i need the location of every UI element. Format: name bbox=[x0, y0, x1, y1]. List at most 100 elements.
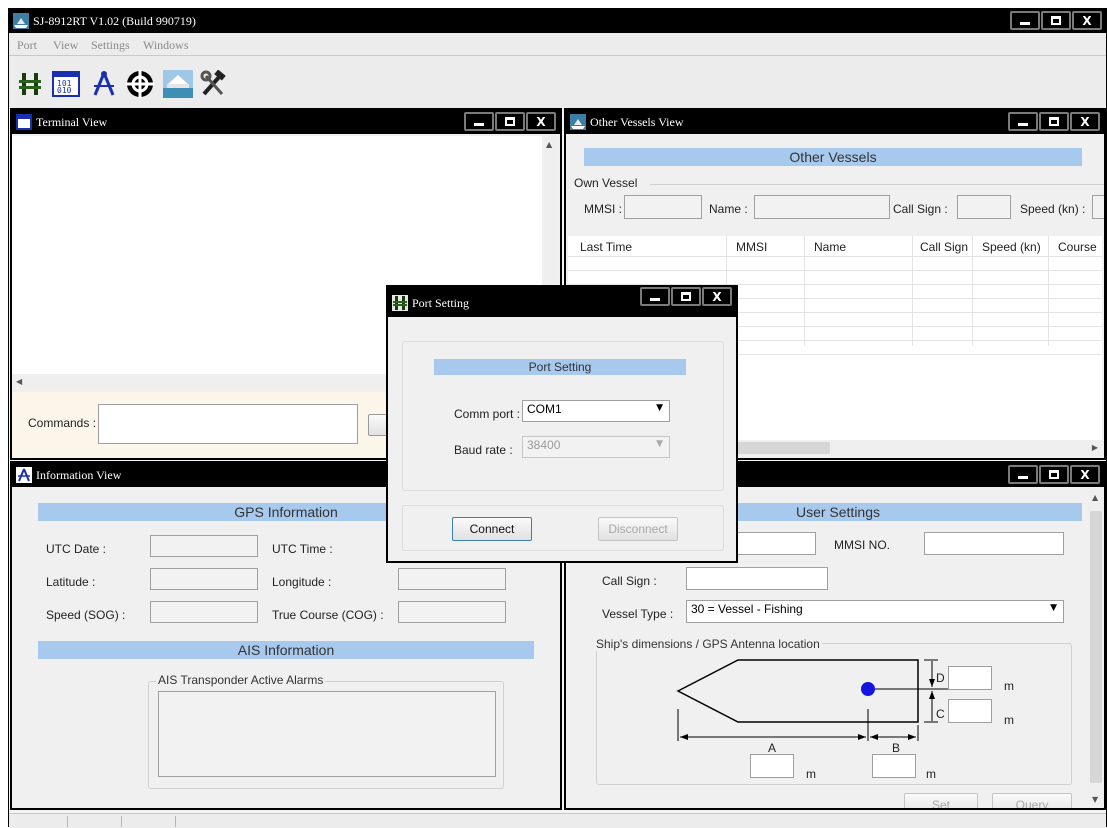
comm-port-label: Comm port : bbox=[454, 407, 521, 421]
baud-rate-select[interactable]: 38400 ▼ bbox=[522, 436, 670, 458]
call-sign-label: Call Sign : bbox=[602, 574, 657, 588]
menu-settings[interactable]: Settings bbox=[91, 38, 130, 53]
call-sign-input[interactable] bbox=[686, 567, 828, 590]
port-icon[interactable] bbox=[15, 69, 45, 99]
longitude-label: Longitude : bbox=[272, 575, 332, 589]
baud-rate-label: Baud rate : bbox=[454, 443, 513, 457]
compass-icon[interactable] bbox=[89, 69, 119, 99]
alarms-label: AIS Transponder Active Alarms bbox=[156, 673, 326, 687]
col-call-sign[interactable]: Call Sign bbox=[920, 240, 968, 254]
chevron-down-icon: ▼ bbox=[656, 439, 663, 449]
vessel-window-icon bbox=[570, 114, 586, 130]
close-button[interactable]: X bbox=[1070, 465, 1100, 484]
toolbar: 101 010 bbox=[9, 57, 1106, 109]
own-speed-field bbox=[1092, 195, 1104, 219]
vessel-type-select[interactable]: 30 = Vessel - Fishing ▼ bbox=[686, 600, 1064, 623]
terminal-title-bar[interactable]: Terminal View X bbox=[12, 110, 560, 134]
longitude-field bbox=[398, 568, 506, 590]
other-vessels-title-bar[interactable]: Other Vessels View X bbox=[566, 110, 1104, 134]
ais-header: AIS Information bbox=[38, 641, 534, 659]
col-mmsi[interactable]: MMSI bbox=[736, 240, 767, 254]
alarms-list[interactable] bbox=[158, 691, 496, 777]
own-call-sign-field bbox=[957, 195, 1011, 219]
maximize-button[interactable] bbox=[1039, 112, 1069, 131]
maximize-button[interactable] bbox=[1039, 465, 1069, 484]
dimensions-label: Ship's dimensions / GPS Antenna location bbox=[594, 637, 822, 651]
port-dialog-title-bar[interactable]: Port Setting X bbox=[388, 287, 736, 317]
mmsi-label: MMSI : bbox=[584, 202, 622, 216]
target-icon[interactable] bbox=[125, 69, 155, 99]
dim-b-input[interactable] bbox=[872, 754, 916, 778]
terminal-icon[interactable]: 101 010 bbox=[51, 69, 81, 99]
chevron-down-icon: ▼ bbox=[656, 403, 663, 413]
course-cog-label: True Course (COG) : bbox=[272, 608, 384, 622]
comm-port-value: COM1 bbox=[527, 402, 562, 416]
disconnect-button[interactable]: Disconnect bbox=[598, 517, 678, 541]
information-window-icon bbox=[16, 467, 32, 483]
user-settings-vscroll-thumb[interactable] bbox=[1090, 511, 1102, 783]
minimize-button[interactable] bbox=[464, 112, 494, 131]
vessel-app-icon bbox=[13, 13, 29, 29]
close-button[interactable]: X bbox=[702, 287, 732, 306]
dim-d-input[interactable] bbox=[948, 666, 992, 690]
close-button[interactable]: X bbox=[1070, 112, 1100, 131]
commands-label: Commands : bbox=[28, 416, 97, 430]
dim-a-input[interactable] bbox=[750, 754, 794, 778]
ship-diagram bbox=[676, 659, 952, 741]
close-button[interactable]: X bbox=[526, 112, 556, 131]
col-course[interactable]: Course bbox=[1058, 240, 1097, 254]
speed-label: Speed (kn) : bbox=[1020, 202, 1086, 216]
connect-button[interactable]: Connect bbox=[452, 517, 532, 541]
course-cog-field bbox=[398, 601, 506, 623]
own-vessel-label: Own Vessel bbox=[574, 176, 638, 190]
speed-sog-label: Speed (SOG) : bbox=[46, 608, 126, 622]
dim-d-label: D bbox=[936, 671, 945, 685]
query-button[interactable]: Query bbox=[992, 793, 1072, 808]
minimize-button[interactable] bbox=[640, 287, 670, 306]
dim-a-unit: m bbox=[806, 767, 816, 781]
tools-icon[interactable] bbox=[199, 69, 229, 99]
port-icon bbox=[392, 295, 408, 311]
utc-date-field bbox=[150, 535, 258, 557]
menu-view[interactable]: View bbox=[53, 38, 78, 53]
col-last-time[interactable]: Last Time bbox=[580, 240, 632, 254]
name-label: Name : bbox=[709, 202, 748, 216]
maximize-button[interactable] bbox=[1041, 11, 1071, 30]
dim-b-label: B bbox=[892, 741, 901, 755]
col-speed[interactable]: Speed (kn) bbox=[982, 240, 1041, 254]
utc-date-label: UTC Date : bbox=[46, 542, 107, 556]
latitude-label: Latitude : bbox=[46, 575, 96, 589]
utc-time-label: UTC Time : bbox=[272, 542, 333, 556]
information-title: Information View bbox=[36, 468, 122, 482]
terminal-title: Terminal View bbox=[36, 115, 108, 129]
port-setting-dialog: Port Setting X Port Setting Comm port : … bbox=[386, 285, 738, 563]
main-title-bar[interactable]: SJ-8912RT V1.02 (Build 990719) X bbox=[9, 9, 1106, 33]
close-button[interactable]: X bbox=[1072, 11, 1102, 30]
menu-windows[interactable]: Windows bbox=[143, 38, 189, 53]
own-name-field bbox=[754, 195, 890, 219]
terminal-window-icon bbox=[16, 114, 32, 130]
dim-d-unit: m bbox=[1004, 679, 1014, 693]
maximize-button[interactable] bbox=[495, 112, 525, 131]
commands-input[interactable] bbox=[98, 404, 358, 444]
comm-port-select[interactable]: COM1 ▼ bbox=[522, 400, 670, 422]
col-name[interactable]: Name bbox=[814, 240, 846, 254]
dim-c-input[interactable] bbox=[948, 699, 992, 723]
minimize-button[interactable] bbox=[1008, 465, 1038, 484]
app-title: SJ-8912RT V1.02 (Build 990719) bbox=[33, 14, 196, 28]
menu-bar: Port View Settings Windows bbox=[9, 34, 1106, 56]
vessel-type-value: 30 = Vessel - Fishing bbox=[691, 602, 803, 616]
speed-sog-field bbox=[150, 601, 258, 623]
user-settings-vscroll[interactable]: ▲ ▼ bbox=[1088, 489, 1104, 808]
mmsi-no-input[interactable] bbox=[924, 532, 1064, 555]
vessel-icon[interactable] bbox=[163, 69, 193, 99]
maximize-button[interactable] bbox=[671, 287, 701, 306]
minimize-button[interactable] bbox=[1008, 112, 1038, 131]
dim-a-label: A bbox=[768, 741, 777, 755]
set-button[interactable]: Set bbox=[904, 793, 978, 808]
port-setting-header: Port Setting bbox=[434, 359, 686, 375]
minimize-button[interactable] bbox=[1010, 11, 1040, 30]
other-vessels-header: Other Vessels bbox=[584, 148, 1082, 166]
baud-rate-value: 38400 bbox=[527, 438, 561, 452]
menu-port[interactable]: Port bbox=[17, 38, 37, 53]
